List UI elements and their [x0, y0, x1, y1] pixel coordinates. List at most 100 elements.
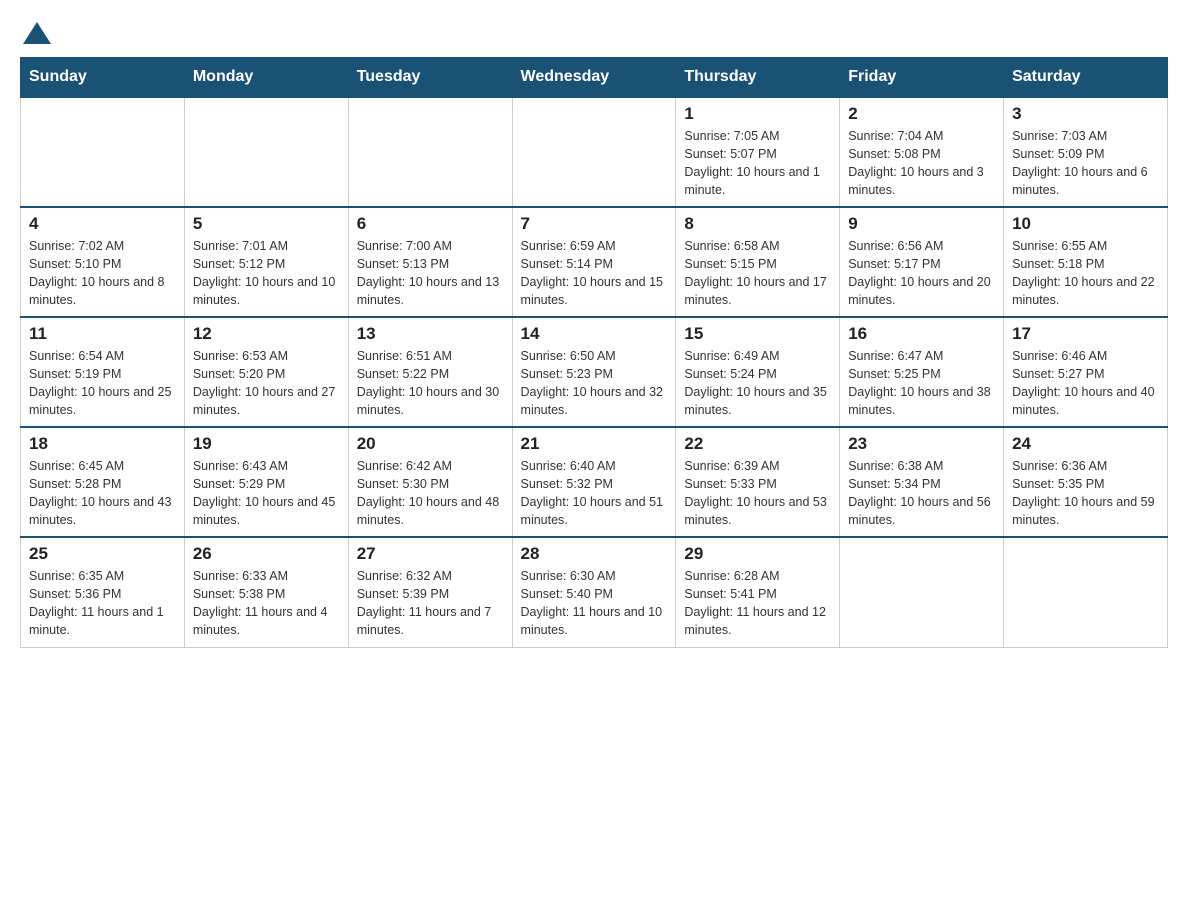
day-number: 4 [29, 214, 176, 234]
day-info: Sunrise: 6:59 AM Sunset: 5:14 PM Dayligh… [521, 237, 668, 310]
calendar-cell [348, 97, 512, 207]
week-row-3: 11 Sunrise: 6:54 AM Sunset: 5:19 PM Dayli… [21, 317, 1168, 427]
day-number: 25 [29, 544, 176, 564]
day-info: Sunrise: 6:32 AM Sunset: 5:39 PM Dayligh… [357, 567, 504, 640]
day-info: Sunrise: 6:53 AM Sunset: 5:20 PM Dayligh… [193, 347, 340, 420]
calendar-cell: 26Sunrise: 6:33 AM Sunset: 5:38 PM Dayli… [184, 537, 348, 647]
calendar-cell [1004, 537, 1168, 647]
calendar-cell: 7 Sunrise: 6:59 AM Sunset: 5:14 PM Daylig… [512, 207, 676, 317]
page-header [20, 20, 1168, 47]
calendar-cell: 10 Sunrise: 6:55 AM Sunset: 5:18 PM Dayli… [1004, 207, 1168, 317]
day-info: Sunrise: 7:05 AM Sunset: 5:07 PM Dayligh… [684, 127, 831, 200]
day-info: Sunrise: 6:40 AM Sunset: 5:32 PM Dayligh… [521, 457, 668, 530]
day-info: Sunrise: 6:35 AM Sunset: 5:36 PM Dayligh… [29, 567, 176, 640]
day-number: 13 [357, 324, 504, 344]
day-number: 16 [848, 324, 995, 344]
calendar-header-row: SundayMondayTuesdayWednesdayThursdayFrid… [21, 58, 1168, 98]
day-info: Sunrise: 6:54 AM Sunset: 5:19 PM Dayligh… [29, 347, 176, 420]
calendar-header-saturday: Saturday [1004, 58, 1168, 98]
calendar-cell: 28 Sunrise: 6:30 AM Sunset: 5:40 PM Dayli… [512, 537, 676, 647]
calendar-cell: 9 Sunrise: 6:56 AM Sunset: 5:17 PM Daylig… [840, 207, 1004, 317]
calendar-cell: 29 Sunrise: 6:28 AM Sunset: 5:41 PM Dayli… [676, 537, 840, 647]
calendar-cell: 8 Sunrise: 6:58 AM Sunset: 5:15 PM Daylig… [676, 207, 840, 317]
day-number: 29 [684, 544, 831, 564]
day-info: Sunrise: 6:46 AM Sunset: 5:27 PM Dayligh… [1012, 347, 1159, 420]
day-number: 1 [684, 104, 831, 124]
day-info: Sunrise: 7:02 AM Sunset: 5:10 PM Dayligh… [29, 237, 176, 310]
logo [20, 20, 51, 47]
week-row-2: 4 Sunrise: 7:02 AM Sunset: 5:10 PM Daylig… [21, 207, 1168, 317]
day-number: 27 [357, 544, 504, 564]
calendar-cell: 25 Sunrise: 6:35 AM Sunset: 5:36 PM Dayli… [21, 537, 185, 647]
day-info: Sunrise: 6:51 AM Sunset: 5:22 PM Dayligh… [357, 347, 504, 420]
calendar-cell [21, 97, 185, 207]
day-number: 15 [684, 324, 831, 344]
day-number: 23 [848, 434, 995, 454]
calendar-cell: 14Sunrise: 6:50 AM Sunset: 5:23 PM Dayli… [512, 317, 676, 427]
day-number: 22 [684, 434, 831, 454]
day-number: 18 [29, 434, 176, 454]
day-info: Sunrise: 6:43 AM Sunset: 5:29 PM Dayligh… [193, 457, 340, 530]
day-number: 14 [521, 324, 668, 344]
calendar-cell: 2 Sunrise: 7:04 AM Sunset: 5:08 PM Daylig… [840, 97, 1004, 207]
day-number: 2 [848, 104, 995, 124]
calendar-cell: 5Sunrise: 7:01 AM Sunset: 5:12 PM Daylig… [184, 207, 348, 317]
day-number: 7 [521, 214, 668, 234]
day-info: Sunrise: 6:33 AM Sunset: 5:38 PM Dayligh… [193, 567, 340, 640]
calendar-cell [184, 97, 348, 207]
day-info: Sunrise: 6:28 AM Sunset: 5:41 PM Dayligh… [684, 567, 831, 640]
calendar-header-sunday: Sunday [21, 58, 185, 98]
calendar-cell: 15 Sunrise: 6:49 AM Sunset: 5:24 PM Dayli… [676, 317, 840, 427]
calendar-cell: 17 Sunrise: 6:46 AM Sunset: 5:27 PM Dayli… [1004, 317, 1168, 427]
day-number: 20 [357, 434, 504, 454]
day-info: Sunrise: 7:04 AM Sunset: 5:08 PM Dayligh… [848, 127, 995, 200]
day-info: Sunrise: 6:49 AM Sunset: 5:24 PM Dayligh… [684, 347, 831, 420]
calendar-header-monday: Monday [184, 58, 348, 98]
day-number: 6 [357, 214, 504, 234]
day-number: 3 [1012, 104, 1159, 124]
day-info: Sunrise: 6:36 AM Sunset: 5:35 PM Dayligh… [1012, 457, 1159, 530]
calendar-cell [512, 97, 676, 207]
day-number: 8 [684, 214, 831, 234]
week-row-4: 18 Sunrise: 6:45 AM Sunset: 5:28 PM Dayli… [21, 427, 1168, 537]
calendar-table: SundayMondayTuesdayWednesdayThursdayFrid… [20, 57, 1168, 648]
day-info: Sunrise: 6:30 AM Sunset: 5:40 PM Dayligh… [521, 567, 668, 640]
calendar-cell: 4 Sunrise: 7:02 AM Sunset: 5:10 PM Daylig… [21, 207, 185, 317]
day-number: 9 [848, 214, 995, 234]
day-number: 10 [1012, 214, 1159, 234]
calendar-cell: 12 Sunrise: 6:53 AM Sunset: 5:20 PM Dayli… [184, 317, 348, 427]
calendar-cell: 18 Sunrise: 6:45 AM Sunset: 5:28 PM Dayli… [21, 427, 185, 537]
calendar-cell: 22 Sunrise: 6:39 AM Sunset: 5:33 PM Dayli… [676, 427, 840, 537]
day-info: Sunrise: 6:42 AM Sunset: 5:30 PM Dayligh… [357, 457, 504, 530]
day-number: 11 [29, 324, 176, 344]
calendar-cell: 16Sunrise: 6:47 AM Sunset: 5:25 PM Dayli… [840, 317, 1004, 427]
calendar-cell: 23 Sunrise: 6:38 AM Sunset: 5:34 PM Dayli… [840, 427, 1004, 537]
day-info: Sunrise: 6:45 AM Sunset: 5:28 PM Dayligh… [29, 457, 176, 530]
calendar-cell: 19 Sunrise: 6:43 AM Sunset: 5:29 PM Dayli… [184, 427, 348, 537]
calendar-cell: 20 Sunrise: 6:42 AM Sunset: 5:30 PM Dayli… [348, 427, 512, 537]
day-info: Sunrise: 6:58 AM Sunset: 5:15 PM Dayligh… [684, 237, 831, 310]
calendar-header-tuesday: Tuesday [348, 58, 512, 98]
week-row-1: 1 Sunrise: 7:05 AM Sunset: 5:07 PM Daylig… [21, 97, 1168, 207]
calendar-header-thursday: Thursday [676, 58, 840, 98]
calendar-cell: 21Sunrise: 6:40 AM Sunset: 5:32 PM Dayli… [512, 427, 676, 537]
day-number: 12 [193, 324, 340, 344]
calendar-cell: 11 Sunrise: 6:54 AM Sunset: 5:19 PM Dayli… [21, 317, 185, 427]
day-info: Sunrise: 7:01 AM Sunset: 5:12 PM Dayligh… [193, 237, 340, 310]
day-number: 19 [193, 434, 340, 454]
calendar-header-wednesday: Wednesday [512, 58, 676, 98]
week-row-5: 25 Sunrise: 6:35 AM Sunset: 5:36 PM Dayli… [21, 537, 1168, 647]
day-info: Sunrise: 6:38 AM Sunset: 5:34 PM Dayligh… [848, 457, 995, 530]
day-info: Sunrise: 6:55 AM Sunset: 5:18 PM Dayligh… [1012, 237, 1159, 310]
calendar-cell: 13 Sunrise: 6:51 AM Sunset: 5:22 PM Dayli… [348, 317, 512, 427]
calendar-cell: 3 Sunrise: 7:03 AM Sunset: 5:09 PM Daylig… [1004, 97, 1168, 207]
day-number: 17 [1012, 324, 1159, 344]
calendar-cell [840, 537, 1004, 647]
calendar-header-friday: Friday [840, 58, 1004, 98]
day-number: 28 [521, 544, 668, 564]
calendar-cell: 6Sunrise: 7:00 AM Sunset: 5:13 PM Daylig… [348, 207, 512, 317]
calendar-cell: 27 Sunrise: 6:32 AM Sunset: 5:39 PM Dayli… [348, 537, 512, 647]
day-info: Sunrise: 6:39 AM Sunset: 5:33 PM Dayligh… [684, 457, 831, 530]
day-info: Sunrise: 7:03 AM Sunset: 5:09 PM Dayligh… [1012, 127, 1159, 200]
day-info: Sunrise: 6:56 AM Sunset: 5:17 PM Dayligh… [848, 237, 995, 310]
